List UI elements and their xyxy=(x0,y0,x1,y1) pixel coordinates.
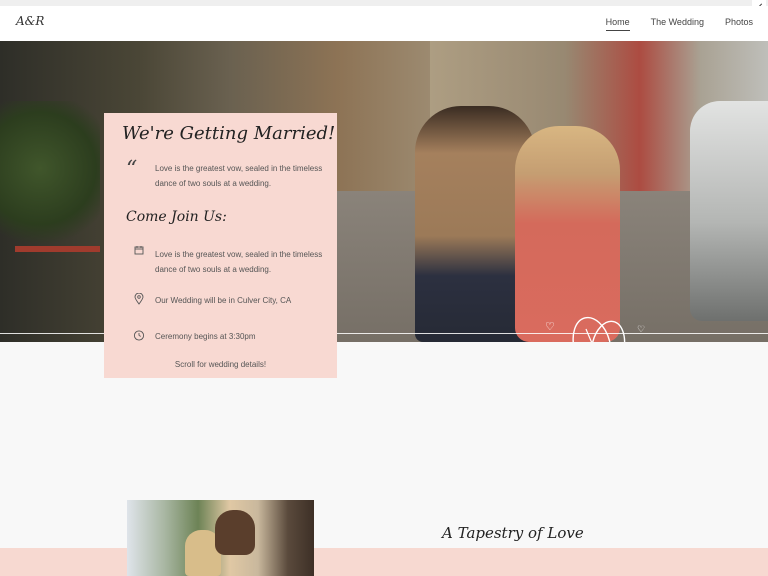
hero-car xyxy=(690,101,768,321)
calendar-icon xyxy=(132,245,146,258)
couple-photo-groom xyxy=(215,510,255,555)
site-logo[interactable]: A&R xyxy=(16,14,44,28)
location-pin-icon xyxy=(132,292,146,308)
scroll-prompt[interactable]: Scroll for wedding details! xyxy=(104,360,337,369)
hero-table xyxy=(15,246,100,336)
nav-photos[interactable]: Photos xyxy=(725,17,753,31)
rings-monogram-icon xyxy=(572,316,626,342)
card-item-date-text: Love is the greatest vow, sealed in the … xyxy=(155,250,323,274)
card-item-time-text: Ceremony begins at 3:30pm xyxy=(155,332,256,341)
invitation-card: We're Getting Married! “ Love is the gre… xyxy=(104,113,337,378)
nav-the-wedding[interactable]: The Wedding xyxy=(651,17,704,31)
card-subtitle: Come Join Us: xyxy=(126,209,227,225)
hero-plant xyxy=(0,101,100,251)
heart-icon: ♡ xyxy=(545,321,555,333)
quote-icon: “ xyxy=(126,157,138,182)
section-pink-band xyxy=(0,548,768,576)
card-item-location-text: Our Wedding will be in Culver City, CA xyxy=(155,296,292,305)
site-header: A&R Home The Wedding Photos xyxy=(0,6,768,41)
main-nav: Home The Wedding Photos xyxy=(605,17,753,31)
nav-home[interactable]: Home xyxy=(605,17,630,31)
card-title: We're Getting Married! xyxy=(122,123,336,144)
clock-icon xyxy=(132,329,146,344)
heart-icon: ♡ xyxy=(637,324,646,334)
section-title: A Tapestry of Love xyxy=(442,524,584,542)
card-quote-text: Love is the greatest vow, sealed in the … xyxy=(155,164,323,188)
